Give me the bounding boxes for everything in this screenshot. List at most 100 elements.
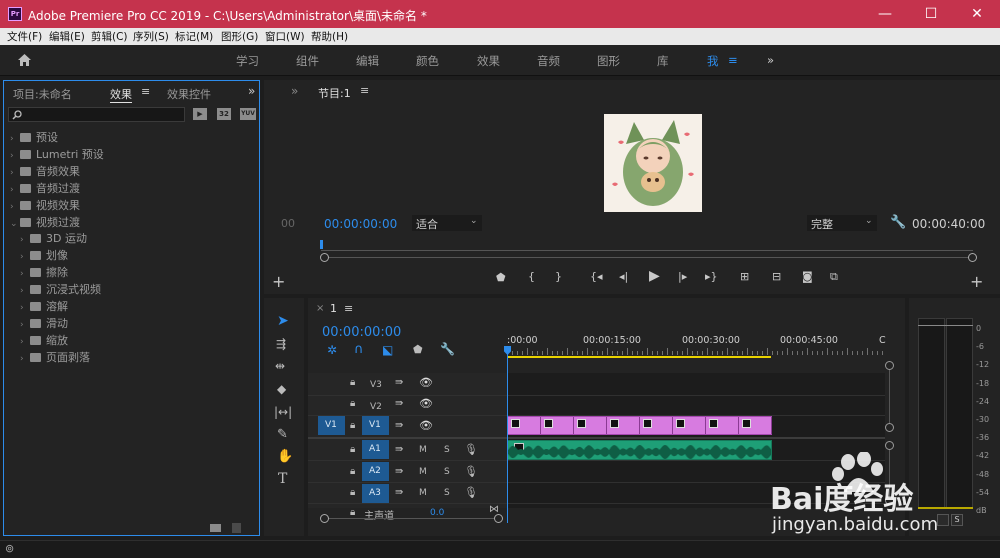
sync-lock-icon[interactable]: ⇛ (395, 466, 403, 477)
razor-tool-icon[interactable]: ◆ (277, 382, 286, 396)
effects-tree-item[interactable]: › 滑动 (20, 315, 68, 331)
solo-button[interactable]: S (444, 467, 450, 477)
tab-effect-controls[interactable]: 效果控件 (167, 86, 211, 102)
workspace-editing[interactable]: 编辑 (356, 53, 379, 69)
timeline-zoom-handle-left[interactable] (320, 514, 329, 523)
settings-wrench-icon[interactable]: 🔧 (890, 215, 906, 230)
step-back-icon[interactable]: ◂| (619, 270, 628, 283)
zoom-handle-right[interactable] (968, 253, 977, 262)
audio-scroll-handle-top[interactable] (885, 441, 894, 450)
track-a3-target[interactable]: A3 (362, 484, 389, 503)
effects-tree-item[interactable]: › 预设 (10, 129, 58, 145)
workspace-color[interactable]: 颜色 (416, 53, 439, 69)
status-icon[interactable]: ⊚ (5, 542, 14, 555)
sync-lock-icon[interactable]: ⇛ (395, 398, 403, 409)
comparison-view-icon[interactable]: ⧉ (830, 270, 838, 284)
chevron-right-icon[interactable]: › (10, 185, 20, 195)
microphone-icon[interactable]: 🎙︎ (464, 465, 478, 478)
tab-effects[interactable]: 效果 (110, 86, 132, 103)
lock-icon[interactable]: 🔒︎ (350, 398, 355, 409)
timeline-settings-wrench-icon[interactable]: 🔧 (440, 342, 455, 356)
playback-resolution-select[interactable]: 完整 ⌄ (807, 215, 877, 231)
sync-lock-icon[interactable]: ⇛ (395, 487, 403, 498)
program-current-timecode[interactable]: 00:00:00:00 (324, 217, 397, 231)
work-area-bar[interactable] (507, 356, 771, 358)
32bit-filter-icon[interactable]: 32 (217, 108, 231, 120)
chevron-right-icon[interactable]: › (10, 134, 20, 144)
menu-file[interactable]: 文件(F) (7, 29, 42, 44)
lock-icon[interactable]: 🔒︎ (350, 444, 355, 455)
lock-icon[interactable]: 🔒︎ (350, 507, 355, 518)
microphone-icon[interactable]: 🎙︎ (464, 486, 478, 499)
chevron-right-icon[interactable]: › (10, 168, 20, 178)
video-clip[interactable] (507, 416, 772, 435)
chevron-down-icon[interactable]: ⌄ (10, 219, 20, 229)
workspace-audio[interactable]: 音频 (537, 53, 560, 69)
hand-tool-icon[interactable]: ✋ (277, 449, 293, 464)
tab-menu-icon[interactable]: ≡ (141, 85, 150, 98)
workspaces-more-icon[interactable]: » (767, 53, 774, 67)
effects-tree-item[interactable]: › 沉浸式视频 (20, 281, 101, 297)
export-frame-camera-icon[interactable]: ◙ (802, 270, 813, 283)
add-marker-timeline-icon[interactable]: ⬟ (413, 343, 423, 356)
menu-sequence[interactable]: 序列(S) (133, 29, 169, 44)
effects-tree-item[interactable]: › 缩放 (20, 332, 68, 348)
workspace-libraries[interactable]: 库 (657, 53, 669, 69)
audio-clip[interactable] (507, 440, 772, 460)
type-tool-icon[interactable]: T (278, 471, 287, 487)
track-select-tool-icon[interactable]: ⇶ (276, 337, 286, 351)
workspace-learning[interactable]: 学习 (236, 53, 259, 69)
snap-magnet-icon[interactable]: ∩ (354, 342, 364, 357)
track-a1-target[interactable]: A1 (362, 440, 389, 459)
menu-help[interactable]: 帮助(H) (311, 29, 348, 44)
chevron-right-icon[interactable]: › (20, 337, 30, 347)
mute-button[interactable]: M (419, 488, 427, 498)
program-monitor-title[interactable]: 节目:1 (318, 85, 351, 101)
maximize-button[interactable]: ☐ (908, 0, 954, 28)
linked-selection-icon[interactable]: ⬕ (382, 343, 393, 357)
timeline-playhead[interactable] (507, 348, 508, 523)
effects-tree-item[interactable]: › 页面剥落 (20, 349, 90, 365)
eye-icon[interactable]: 👁︎ (419, 419, 433, 432)
master-volume-value[interactable]: 0.0 (430, 508, 444, 518)
menu-graphics[interactable]: 图形(G) (221, 29, 258, 44)
workspace-assembly[interactable]: 组件 (296, 53, 319, 69)
solo-button[interactable]: S (444, 445, 450, 455)
chevron-right-icon[interactable]: › (10, 202, 20, 212)
chevron-right-icon[interactable]: › (20, 269, 30, 279)
play-icon[interactable]: ▶ (649, 268, 660, 284)
video-scroll-handle-top[interactable] (885, 361, 894, 370)
workspace-mine[interactable]: 我 (707, 53, 719, 69)
menu-clip[interactable]: 剪辑(C) (91, 29, 128, 44)
panel-collapse-icon[interactable]: » (291, 84, 298, 98)
lock-icon[interactable]: 🔒︎ (350, 466, 355, 477)
close-button[interactable]: ✕ (954, 0, 1000, 28)
eye-icon[interactable]: 👁︎ (419, 376, 433, 389)
ripple-edit-tool-icon[interactable]: ⇹ (275, 359, 285, 373)
workspace-graphics[interactable]: 图形 (597, 53, 620, 69)
chevron-right-icon[interactable]: › (20, 252, 30, 262)
add-marker-icon[interactable]: ⬟ (496, 271, 506, 284)
sync-lock-icon[interactable]: ⇛ (395, 444, 403, 455)
sync-lock-icon[interactable]: ⇛ (395, 377, 403, 388)
program-playhead[interactable] (320, 240, 323, 249)
effects-tree-item[interactable]: › 溶解 (20, 298, 68, 314)
home-icon[interactable] (17, 53, 32, 67)
menu-marker[interactable]: 标记(M) (175, 29, 213, 44)
chevron-right-icon[interactable]: › (10, 151, 20, 161)
workspace-effects[interactable]: 效果 (477, 53, 500, 69)
nest-sequence-icon[interactable]: ✲ (327, 343, 337, 357)
add-button-left[interactable]: + (272, 272, 285, 291)
mark-in-icon[interactable]: { (528, 270, 535, 283)
track-a2-target[interactable]: A2 (362, 462, 389, 481)
track-v1-target[interactable]: V1 (362, 416, 389, 435)
program-video-frame[interactable] (604, 114, 702, 212)
track-v3-label[interactable]: V3 (370, 380, 382, 390)
sync-lock-icon[interactable]: ⇛ (395, 420, 403, 431)
pen-tool-icon[interactable]: ✎ (277, 427, 288, 442)
slip-tool-icon[interactable]: |↔| (274, 405, 292, 419)
lift-icon[interactable]: ⊞ (740, 270, 749, 283)
video-scroll-handle-bottom[interactable] (885, 423, 894, 432)
menu-window[interactable]: 窗口(W) (265, 29, 305, 44)
menu-edit[interactable]: 编辑(E) (49, 29, 85, 44)
